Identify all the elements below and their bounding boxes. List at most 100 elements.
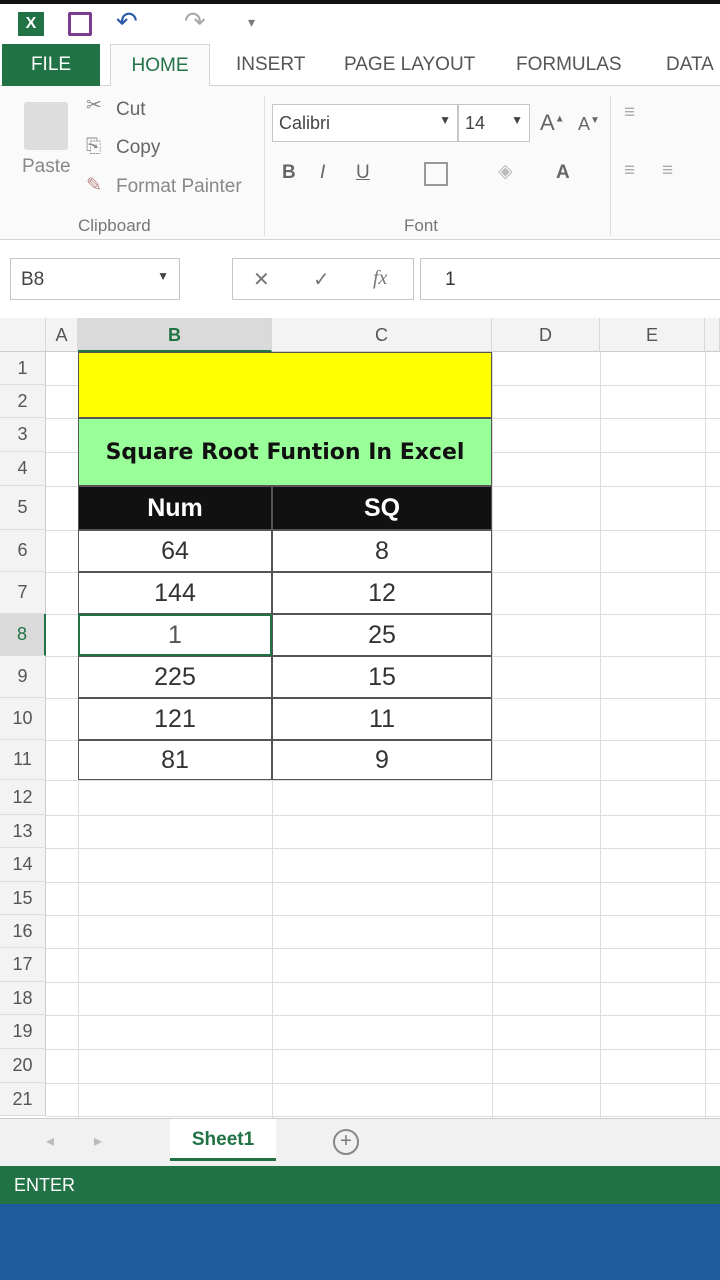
font-name-value: Calibri xyxy=(279,113,331,133)
format-painter-button[interactable]: Format Painter xyxy=(116,176,242,198)
active-cell-b8[interactable]: 1 xyxy=(78,614,272,656)
column-header-c[interactable]: C xyxy=(272,318,492,352)
tab-page-layout[interactable]: PAGE LAYOUT xyxy=(344,44,475,86)
save-icon[interactable] xyxy=(68,12,92,36)
row-header-16[interactable]: 16 xyxy=(0,915,46,948)
sheet-tab-sheet1[interactable]: Sheet1 xyxy=(170,1119,276,1161)
column-header-f[interactable] xyxy=(705,318,720,352)
divider xyxy=(610,96,611,236)
name-box[interactable]: B8 ▼ xyxy=(10,258,180,300)
select-all-corner[interactable] xyxy=(0,318,46,352)
sq-cell[interactable]: 8 xyxy=(272,530,492,572)
row-header-13[interactable]: 13 xyxy=(0,815,46,848)
paste-button[interactable]: Paste xyxy=(22,156,71,178)
underline-button[interactable]: U xyxy=(356,162,370,184)
tab-insert[interactable]: INSERT xyxy=(236,44,305,86)
grow-font-icon[interactable]: A▲ xyxy=(540,110,565,136)
taskbar xyxy=(0,1204,720,1280)
column-header-b[interactable]: B xyxy=(78,318,272,352)
sq-cell[interactable]: 9 xyxy=(272,740,492,780)
tab-file[interactable]: FILE xyxy=(2,44,100,86)
row-header-8[interactable]: 8 xyxy=(0,614,46,656)
title-banner-top[interactable] xyxy=(78,352,492,418)
column-header-a[interactable]: A xyxy=(46,318,78,352)
bold-button[interactable]: B xyxy=(282,162,296,184)
row-header-20[interactable]: 20 xyxy=(0,1049,46,1083)
align-top-icon[interactable]: ≡ xyxy=(624,102,635,124)
row-header-7[interactable]: 7 xyxy=(0,572,46,614)
worksheet-grid[interactable]: A B C D E 1 2 3 4 5 6 7 8 9 10 11 12 13 14 15 16 17 18 19 2… xyxy=(0,318,720,1118)
row-header-6[interactable]: 6 xyxy=(0,530,46,572)
align-left-icon[interactable]: ≡ xyxy=(624,160,635,182)
row-header-21[interactable]: 21 xyxy=(0,1083,46,1116)
sq-cell[interactable]: 12 xyxy=(272,572,492,614)
font-size-dropdown[interactable]: 14 ▼ xyxy=(458,104,530,142)
formula-value: 1 xyxy=(445,269,456,290)
undo-icon[interactable]: ↶ xyxy=(116,6,138,37)
row-header-19[interactable]: 19 xyxy=(0,1015,46,1049)
row-header-14[interactable]: 14 xyxy=(0,848,46,882)
row-header-1[interactable]: 1 xyxy=(0,352,46,385)
row-header-18[interactable]: 18 xyxy=(0,982,46,1015)
ribbon-tabs: FILE HOME INSERT PAGE LAYOUT FORMULAS DA… xyxy=(0,44,720,87)
tab-home[interactable]: HOME xyxy=(110,44,210,87)
copy-button[interactable]: Copy xyxy=(116,137,160,159)
column-header-e[interactable]: E xyxy=(600,318,705,352)
chevron-down-icon: ▼ xyxy=(511,113,523,127)
cancel-button[interactable]: ✕ xyxy=(253,267,270,292)
header-num[interactable]: Num xyxy=(78,486,272,530)
insert-function-button[interactable]: fx xyxy=(373,267,387,290)
borders-icon[interactable] xyxy=(424,162,448,186)
formula-bar: B8 ▼ ✕ ✓ fx 1 xyxy=(0,240,720,318)
align-center-icon[interactable]: ≡ xyxy=(662,160,673,182)
clipboard-group-label: Clipboard xyxy=(78,216,151,235)
cut-button[interactable]: Cut xyxy=(116,99,146,121)
row-header-9[interactable]: 9 xyxy=(0,656,46,698)
shrink-font-icon[interactable]: A▼ xyxy=(578,114,600,135)
font-name-dropdown[interactable]: Calibri ▼ xyxy=(272,104,458,142)
copy-icon: ⎘ xyxy=(86,136,102,157)
font-color-button[interactable]: A xyxy=(556,162,570,184)
enter-button[interactable]: ✓ xyxy=(313,267,330,292)
num-cell[interactable]: 64 xyxy=(78,530,272,572)
row-header-4[interactable]: 4 xyxy=(0,452,46,486)
paste-icon xyxy=(24,102,68,150)
divider xyxy=(264,96,265,236)
name-box-value: B8 xyxy=(21,269,45,290)
italic-button[interactable]: I xyxy=(320,162,325,184)
header-sq[interactable]: SQ xyxy=(272,486,492,530)
formula-input[interactable]: 1 xyxy=(420,258,720,300)
formula-buttons: ✕ ✓ fx xyxy=(232,258,414,300)
row-header-17[interactable]: 17 xyxy=(0,948,46,982)
num-cell[interactable]: 225 xyxy=(78,656,272,698)
excel-icon: X xyxy=(18,12,44,36)
tab-data[interactable]: DATA xyxy=(666,44,714,86)
num-cell[interactable]: 81 xyxy=(78,740,272,780)
sq-cell[interactable]: 25 xyxy=(272,614,492,656)
row-header-2[interactable]: 2 xyxy=(0,385,46,418)
cut-icon: ✂ xyxy=(86,95,102,116)
format-painter-icon: ✎ xyxy=(86,175,102,196)
row-header-15[interactable]: 15 xyxy=(0,882,46,915)
chevron-down-icon: ▼ xyxy=(439,113,451,127)
column-header-d[interactable]: D xyxy=(492,318,600,352)
customize-icon[interactable]: ▾ xyxy=(248,14,255,31)
tab-formulas[interactable]: FORMULAS xyxy=(516,44,622,86)
scroll-right-icon[interactable]: ▸ xyxy=(94,1131,102,1151)
row-header-5[interactable]: 5 xyxy=(0,486,46,530)
redo-icon[interactable]: ↷ xyxy=(184,6,206,37)
sq-cell[interactable]: 11 xyxy=(272,698,492,740)
table-title[interactable]: Square Root Funtion In Excel xyxy=(78,418,492,486)
scroll-left-icon[interactable]: ◂ xyxy=(46,1131,54,1151)
fill-color-icon[interactable]: ◈ xyxy=(498,160,513,183)
sq-cell[interactable]: 15 xyxy=(272,656,492,698)
plus-icon[interactable]: + xyxy=(333,1129,359,1155)
ribbon: Paste ✂ Cut ⎘ Copy ✎ Format Painter Clip… xyxy=(0,86,720,240)
num-cell[interactable]: 121 xyxy=(78,698,272,740)
row-header-3[interactable]: 3 xyxy=(0,418,46,452)
num-cell[interactable]: 144 xyxy=(78,572,272,614)
row-header-12[interactable]: 12 xyxy=(0,780,46,815)
row-header-10[interactable]: 10 xyxy=(0,698,46,740)
status-mode: ENTER xyxy=(14,1175,76,1195)
row-header-11[interactable]: 11 xyxy=(0,740,46,780)
